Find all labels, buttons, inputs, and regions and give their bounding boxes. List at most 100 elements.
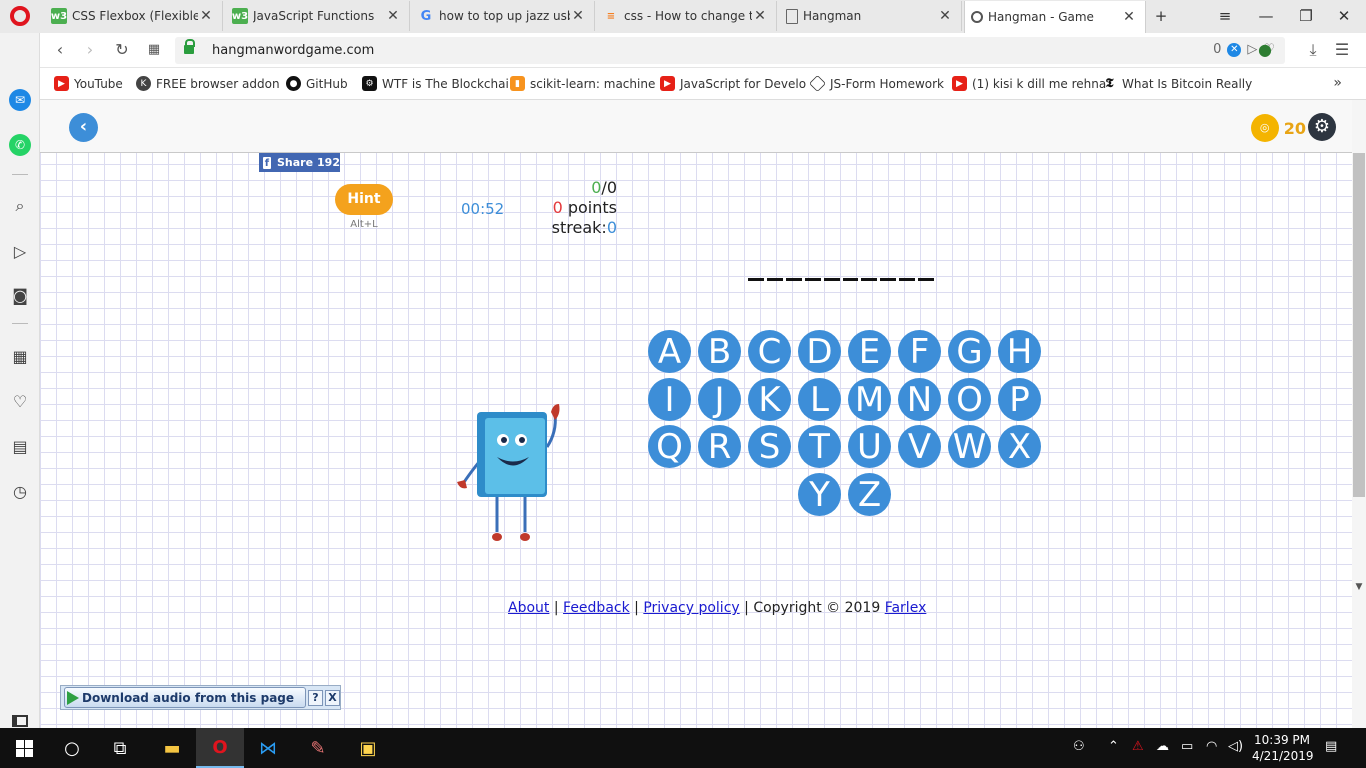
vscode-icon[interactable]: ⋈ (244, 728, 292, 768)
letter-key-m[interactable]: M (848, 377, 891, 421)
letter-key-f[interactable]: F (898, 330, 941, 373)
scroll-down-arrow-icon[interactable]: ▼ (1353, 582, 1365, 596)
letter-key-t[interactable]: T (798, 425, 841, 468)
bookmark-youtube[interactable]: ▶ YouTube (54, 76, 123, 91)
camera-icon[interactable]: ◙ (9, 284, 31, 306)
scroll-thumb[interactable] (1353, 153, 1365, 497)
messenger-icon[interactable]: ✉ (9, 89, 31, 111)
letter-key-o[interactable]: O (948, 377, 991, 421)
back-nav-button[interactable]: ‹ (48, 39, 72, 61)
feedback-link[interactable]: Feedback (563, 600, 630, 616)
bookmark-bitcoin[interactable]: 𝕿 What Is Bitcoin Really (1102, 76, 1253, 91)
tab-hangman[interactable]: Hangman ✕ (780, 1, 962, 31)
letter-key-v[interactable]: V (898, 425, 941, 468)
show-hidden-icons-icon[interactable]: ⌃ (1108, 739, 1119, 754)
whatsapp-icon[interactable]: ✆ (9, 134, 31, 156)
tab-jazz-usb[interactable]: G how to top up jazz usb - ✕ (412, 1, 595, 31)
opera-logo-icon[interactable] (10, 6, 30, 26)
task-view-icon[interactable]: ⧉ (96, 728, 144, 768)
search-icon[interactable]: ⌕ (9, 195, 31, 217)
easy-setup-icon[interactable]: ☰ (1330, 39, 1354, 61)
letter-key-c[interactable]: C (748, 330, 791, 373)
letter-key-n[interactable]: N (898, 377, 941, 421)
letter-key-e[interactable]: E (848, 330, 891, 373)
letter-key-p[interactable]: P (998, 377, 1041, 421)
tab-menu-icon[interactable]: ≡ (1214, 6, 1236, 26)
about-link[interactable]: About (508, 600, 549, 616)
close-icon[interactable]: ✕ (937, 8, 953, 24)
file-explorer-icon[interactable]: ▬ (148, 728, 196, 768)
close-icon[interactable]: ✕ (752, 8, 768, 24)
tab-javascript-functions[interactable]: w3 JavaScript Functions ✕ (226, 1, 410, 31)
taskbar-clock[interactable]: 10:39 PM 4/21/2019 (1252, 732, 1314, 764)
vpn-globe-icon[interactable]: ● (1253, 39, 1277, 61)
heart-icon[interactable]: ♡ (9, 390, 31, 412)
close-audio-bar-button[interactable]: X (325, 689, 340, 706)
letter-key-j[interactable]: J (698, 377, 741, 421)
start-button[interactable] (0, 728, 48, 768)
close-icon[interactable]: ✕ (385, 8, 401, 24)
tab-stackoverflow[interactable]: ≡ css - How to change the ✕ (597, 1, 777, 31)
url-field[interactable]: hangmanwordgame.com 0 ✕ ▷ ♡ (175, 37, 1285, 64)
tab-hangman-game[interactable]: Hangman - Game ✕ (964, 1, 1146, 33)
facebook-share-button[interactable]: f Share 192 (259, 153, 340, 172)
adblock-icon[interactable]: ✕ (1227, 42, 1242, 57)
antivirus-icon[interactable]: ⚠ (1132, 739, 1144, 754)
maximize-button[interactable]: ❐ (1295, 6, 1317, 26)
download-audio-button[interactable]: Download audio from this page (64, 687, 306, 708)
forward-nav-button[interactable]: › (78, 39, 102, 61)
sidebar-toggle-icon[interactable] (12, 715, 28, 727)
bookmark-javascript-developers[interactable]: ▶ JavaScript for Develo (660, 76, 806, 91)
page-scrollbar[interactable]: ▼ (1352, 100, 1366, 728)
reload-icon[interactable]: ↻ (110, 39, 134, 61)
privacy-policy-link[interactable]: Privacy policy (643, 600, 739, 616)
people-icon[interactable]: ⚇ (1073, 739, 1085, 754)
close-icon[interactable]: ✕ (1121, 9, 1137, 25)
opera-taskbar-icon[interactable]: O (196, 728, 244, 768)
more-bookmarks-icon[interactable]: » (1333, 75, 1342, 91)
letter-key-l[interactable]: L (798, 377, 841, 421)
new-tab-button[interactable]: + (1150, 6, 1172, 26)
bookmark-blockchain[interactable]: ⚙ WTF is The Blockchai (362, 76, 509, 91)
farlex-link[interactable]: Farlex (885, 600, 927, 616)
back-button[interactable]: ‹ (69, 113, 98, 142)
wifi-icon[interactable]: ◠ (1206, 739, 1217, 754)
download-icon[interactable]: ⤓ (1301, 39, 1325, 61)
battery-icon[interactable]: ▭ (1181, 739, 1193, 754)
minimize-button[interactable]: — (1255, 6, 1277, 26)
movie-maker-icon[interactable]: ▣ (344, 728, 392, 768)
help-button[interactable]: ? (308, 689, 323, 706)
letter-key-d[interactable]: D (798, 330, 841, 373)
notifications-icon[interactable]: ▤ (1325, 739, 1337, 754)
bookmark-js-form[interactable]: JS-Form Homework (809, 75, 944, 92)
letter-key-q[interactable]: Q (648, 425, 691, 468)
letter-key-b[interactable]: B (698, 330, 741, 373)
settings-gear-icon[interactable]: ⚙ (1308, 113, 1336, 141)
letter-key-h[interactable]: H (998, 330, 1041, 373)
bookmark-kisi-k-dill[interactable]: ▶ (1) kisi k dill me rehna (952, 76, 1106, 91)
letter-key-y[interactable]: Y (798, 472, 841, 516)
letter-key-r[interactable]: R (698, 425, 741, 468)
bookmark-free-addon[interactable]: K FREE browser addon (136, 76, 280, 91)
letter-key-s[interactable]: S (748, 425, 791, 468)
letter-key-g[interactable]: G (948, 330, 991, 373)
speed-dial-icon[interactable]: ▦ (142, 39, 166, 61)
paint-icon[interactable]: ✎ (294, 728, 342, 768)
bookmark-scikit-learn[interactable]: ▮ scikit-learn: machine (510, 76, 655, 91)
letter-key-a[interactable]: A (648, 330, 691, 373)
letter-key-k[interactable]: K (748, 377, 791, 421)
cortana-search-icon[interactable]: ○ (48, 728, 96, 768)
hint-button[interactable]: Hint (335, 184, 393, 215)
letter-key-w[interactable]: W (948, 425, 991, 468)
tab-css-flexbox[interactable]: w3 CSS Flexbox (Flexible Bo ✕ (45, 1, 223, 31)
volume-icon[interactable]: ◁) (1228, 739, 1243, 754)
letter-key-i[interactable]: I (648, 377, 691, 421)
news-icon[interactable]: ▤ (9, 435, 31, 457)
history-icon[interactable]: ◷ (9, 480, 31, 502)
close-icon[interactable]: ✕ (570, 8, 586, 24)
letter-key-u[interactable]: U (848, 425, 891, 468)
letter-key-x[interactable]: X (998, 425, 1041, 468)
speed-dial-icon[interactable]: ▦ (9, 345, 31, 367)
onedrive-icon[interactable]: ☁ (1156, 739, 1169, 754)
send-icon[interactable]: ▷ (9, 240, 31, 262)
